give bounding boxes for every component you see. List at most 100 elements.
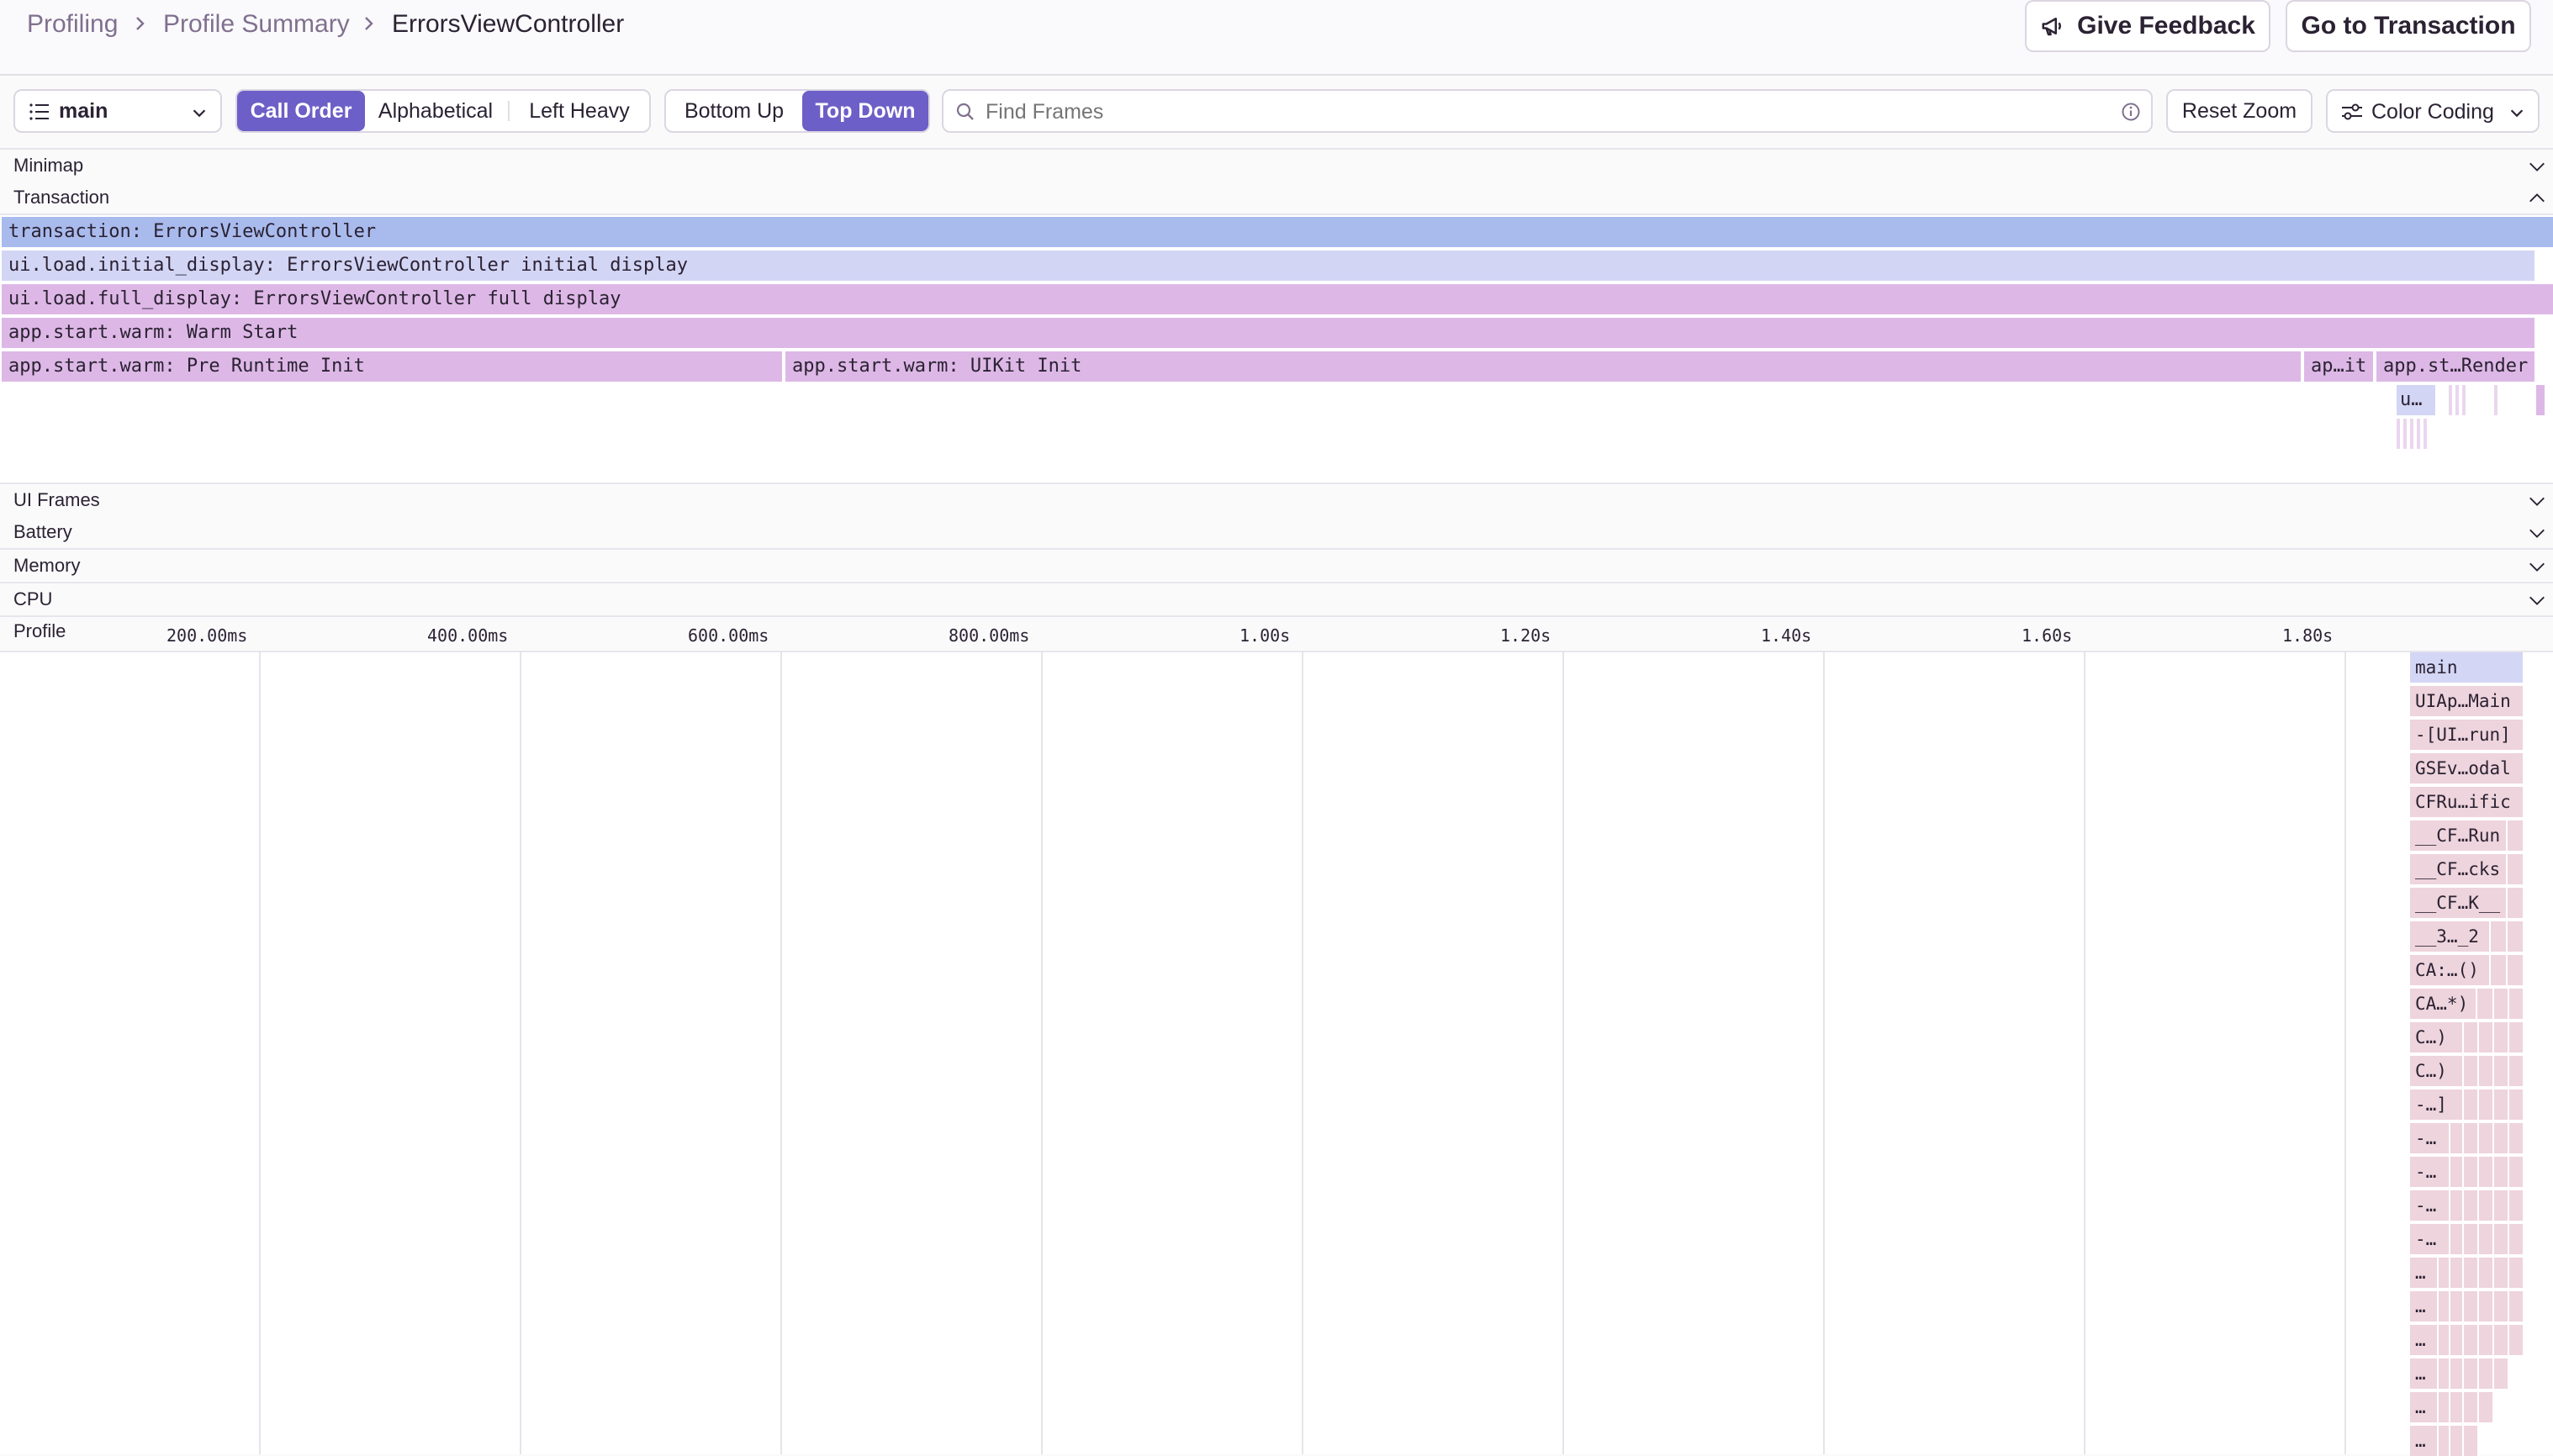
breadcrumb-profiling[interactable]: Profiling (27, 10, 118, 39)
flame-frame[interactable] (2508, 888, 2524, 918)
color-coding-button[interactable]: Color Coding (2326, 89, 2540, 133)
flame-frame[interactable] (2464, 1123, 2479, 1153)
flame-frame[interactable] (2479, 1190, 2494, 1221)
flame-frame[interactable] (2479, 1123, 2494, 1153)
flame-frame[interactable] (2450, 1426, 2464, 1456)
flame-frame[interactable] (2509, 1325, 2524, 1355)
flame-frame[interactable] (2494, 1291, 2509, 1321)
flame-frame[interactable] (2450, 1325, 2464, 1355)
span-tiny[interactable] (2494, 385, 2498, 415)
flame-frame[interactable] (2464, 1224, 2479, 1254)
flame-frame[interactable] (2494, 1258, 2509, 1288)
memory-section-header[interactable]: Memory (0, 550, 2553, 583)
flame-frame[interactable] (2479, 1224, 2494, 1254)
flame-frame[interactable] (2494, 1325, 2509, 1355)
span-ui-child[interactable]: u… (2397, 385, 2435, 415)
span-full-display[interactable]: ui.load.full_display: ErrorsViewControll… (2, 284, 2553, 314)
thread-select[interactable]: main (13, 89, 222, 133)
flame-frame[interactable] (2450, 1123, 2464, 1153)
flame-frame[interactable] (2464, 1157, 2479, 1187)
flame-frame[interactable]: __3…_2 (2410, 921, 2491, 952)
span-tiny[interactable] (2410, 419, 2413, 449)
flame-frame[interactable]: … (2410, 1426, 2439, 1456)
flame-frame[interactable]: -… (2410, 1190, 2450, 1221)
flame-frame[interactable] (2508, 955, 2524, 985)
flame-frame[interactable] (2477, 989, 2494, 1019)
flame-frame[interactable] (2439, 1258, 2450, 1288)
flame-frame[interactable] (2508, 921, 2524, 952)
flame-frame[interactable] (2508, 854, 2524, 884)
cpu-section-header[interactable]: CPU (0, 583, 2553, 617)
flame-frame[interactable] (2479, 1157, 2494, 1187)
flame-frame[interactable] (2479, 1392, 2494, 1422)
flame-frame[interactable] (2479, 1325, 2494, 1355)
span-tiny[interactable] (2403, 419, 2407, 449)
flame-frame[interactable] (2494, 1022, 2509, 1052)
flame-frame[interactable]: CA:…() (2410, 955, 2491, 985)
info-icon[interactable] (2121, 102, 2141, 122)
flame-frame[interactable] (2439, 1325, 2450, 1355)
flame-frame[interactable]: CFRu…ific (2410, 787, 2524, 817)
flame-frame[interactable] (2464, 1258, 2479, 1288)
flame-frame[interactable] (2479, 1358, 2494, 1389)
flame-frame[interactable] (2464, 1358, 2479, 1389)
flame-frame[interactable] (2439, 1426, 2450, 1456)
span-initial-display[interactable]: ui.load.initial_display: ErrorsViewContr… (2, 251, 2534, 281)
flame-frame[interactable] (2509, 1123, 2524, 1153)
flame-frame[interactable] (2479, 1056, 2494, 1086)
flame-frame[interactable]: … (2410, 1392, 2439, 1422)
give-feedback-button[interactable]: Give Feedback (2025, 0, 2270, 52)
flame-frame[interactable] (2509, 1224, 2524, 1254)
flame-frame[interactable] (2450, 1224, 2464, 1254)
flame-frame[interactable] (2509, 1157, 2524, 1187)
span-tiny[interactable] (2449, 385, 2452, 415)
flame-frame[interactable] (2494, 1056, 2509, 1086)
flame-frame[interactable]: -… (2410, 1224, 2450, 1254)
span-tiny[interactable] (2397, 419, 2400, 449)
flame-frame[interactable] (2450, 1258, 2464, 1288)
span-transaction[interactable]: transaction: ErrorsViewController (2, 217, 2553, 247)
flame-frame[interactable] (2509, 1056, 2524, 1086)
span-tiny[interactable] (2455, 385, 2459, 415)
flame-frame[interactable] (2450, 1392, 2464, 1422)
battery-section-header[interactable]: Battery (0, 516, 2553, 550)
flame-frame[interactable] (2508, 820, 2524, 851)
flame-frame[interactable] (2439, 1291, 2450, 1321)
minimap-section-header[interactable]: Minimap (0, 148, 2553, 183)
span-tiny[interactable] (2417, 419, 2420, 449)
flame-frame[interactable]: -[UI…run] (2410, 720, 2524, 750)
alphabetical-button[interactable]: Alphabetical (365, 91, 506, 131)
flame-frame[interactable] (2464, 1089, 2479, 1120)
flame-frame[interactable] (2494, 1157, 2509, 1187)
flame-frame[interactable] (2464, 1056, 2479, 1086)
flame-frame[interactable]: -… (2410, 1123, 2450, 1153)
flame-frame[interactable] (2509, 1258, 2524, 1288)
flame-frame[interactable] (2494, 1123, 2509, 1153)
flame-frame[interactable]: UIAp…Main (2410, 686, 2524, 716)
flame-frame[interactable]: … (2410, 1258, 2439, 1288)
flame-frame[interactable] (2439, 1358, 2450, 1389)
span-tiny[interactable] (2424, 419, 2427, 449)
flame-frame[interactable]: … (2410, 1291, 2439, 1321)
flame-frame[interactable] (2464, 1190, 2479, 1221)
flame-frame[interactable] (2464, 1291, 2479, 1321)
flame-frame[interactable] (2464, 1325, 2479, 1355)
flame-frame[interactable]: C…) (2410, 1056, 2464, 1086)
flamegraph-canvas[interactable] (0, 652, 2553, 1454)
flame-frame[interactable] (2450, 1157, 2464, 1187)
flame-frame[interactable] (2450, 1358, 2464, 1389)
flame-frame[interactable]: … (2410, 1358, 2439, 1389)
reset-zoom-button[interactable]: Reset Zoom (2166, 89, 2312, 133)
span-pre-runtime-init[interactable]: app.start.warm: Pre Runtime Init (2, 351, 784, 382)
call-order-button[interactable]: Call Order (237, 91, 365, 131)
span-uikit-init[interactable]: app.start.warm: UIKit Init (785, 351, 2302, 382)
span-warm-start[interactable]: app.start.warm: Warm Start (2, 318, 2534, 348)
flame-frame[interactable] (2494, 989, 2509, 1019)
flame-frame[interactable] (2509, 1291, 2524, 1321)
flame-frame[interactable] (2494, 1224, 2509, 1254)
breadcrumb-profile-summary[interactable]: Profile Summary (163, 10, 350, 39)
span-tiny[interactable] (2462, 385, 2466, 415)
flame-frame[interactable] (2509, 1089, 2524, 1120)
span-tiny[interactable] (2536, 385, 2545, 415)
flame-frame[interactable] (2479, 1022, 2494, 1052)
